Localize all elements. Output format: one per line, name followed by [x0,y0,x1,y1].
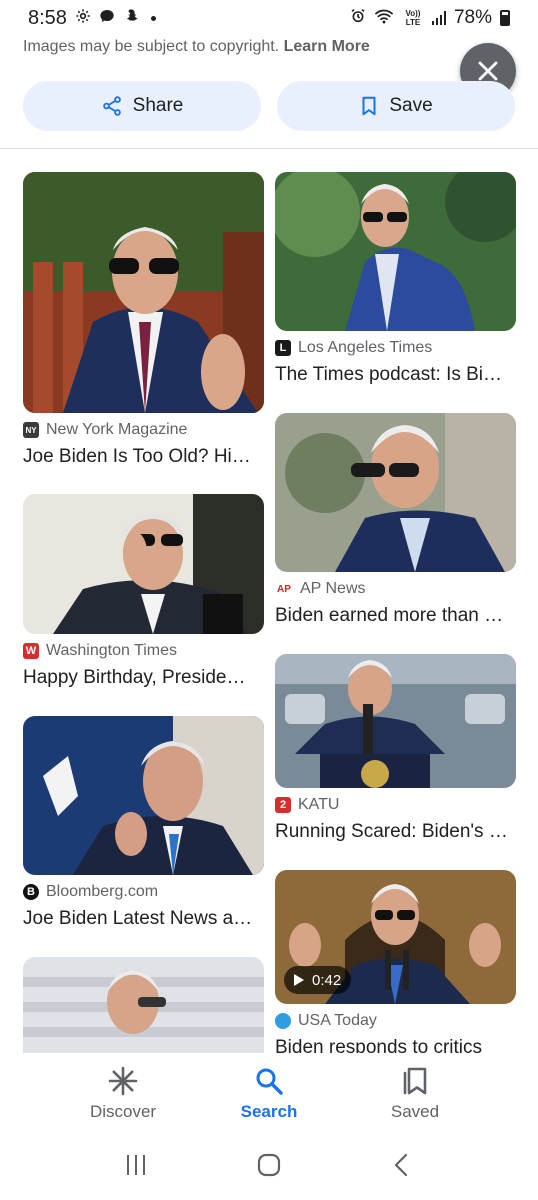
result-title[interactable]: Happy Birthday, Preside… [23,667,264,689]
result-card[interactable]: W Washington Times Happy Birthday, Presi… [23,494,264,689]
result-source: NY New York Magazine [23,421,264,439]
result-thumbnail[interactable] [23,957,264,1053]
status-right: Vo)) LTE 78% [350,7,510,29]
result-source: L Los Angeles Times [275,339,516,357]
result-title[interactable]: Joe Biden Is Too Old? Hi… [23,446,264,468]
source-name: AP News [300,580,366,597]
source-favicon-icon: W [23,643,39,659]
result-card[interactable] [23,957,264,1053]
saved-collections-icon [403,1067,427,1095]
result-title[interactable]: The Times podcast: Is Bi… [275,364,516,386]
source-favicon-icon: B [23,884,39,900]
bookmark-icon [362,96,376,116]
source-favicon-icon: L [275,340,291,356]
share-button[interactable]: Share [23,81,261,131]
duration-text: 0:42 [312,971,342,989]
result-card[interactable]: 2 KATU Running Scared: Biden's … [275,654,516,843]
source-name: Washington Times [46,642,178,659]
status-left: 8:58 [28,7,156,30]
source-name: KATU [298,796,340,813]
source-favicon-icon [275,1013,291,1029]
notification-dot [150,15,156,21]
share-icon [102,96,121,116]
nav-discover-label: Discover [89,1102,157,1121]
signal-strength-icon [431,11,446,25]
search-icon [256,1068,283,1095]
chat-bubble-icon [99,8,115,28]
nav-discover[interactable]: Discover [63,1066,183,1122]
close-icon [478,61,498,81]
copyright-notice: Images may be subject to copyright. Lear… [23,38,370,56]
system-navigation-bar [0,1135,538,1200]
result-card[interactable]: NY New York Magazine Joe Biden Is Too Ol… [23,172,264,468]
result-thumbnail[interactable] [275,654,516,788]
nav-saved-label: Saved [390,1102,440,1121]
result-thumbnail[interactable] [23,172,264,413]
back-chevron-icon [394,1153,407,1177]
result-thumbnail[interactable] [23,494,264,634]
result-card[interactable]: B Bloomberg.com Joe Biden Latest News a… [23,716,264,930]
result-card[interactable]: AP AP News Biden earned more than … [275,413,516,627]
save-label: Save [389,95,433,116]
network-type-label: Vo)) LTE [405,9,421,27]
status-time: 8:58 [28,6,67,29]
play-icon [294,974,304,986]
home-button[interactable] [257,1153,281,1182]
share-label: Share [132,95,184,116]
result-title[interactable]: Biden responds to critics [275,1037,516,1053]
source-name: USA Today [298,1012,377,1029]
source-name: New York Magazine [46,421,188,438]
nav-search[interactable]: Search [209,1066,329,1122]
result-thumbnail[interactable] [275,172,516,331]
source-favicon-icon: AP [275,581,293,597]
discover-asterisk-icon [108,1066,138,1096]
source-name: Los Angeles Times [298,339,433,356]
copyright-text: Images may be subject to copyright. [23,38,280,55]
save-button[interactable]: Save [277,81,515,131]
result-source: USA Today [275,1012,516,1030]
battery-icon [500,10,510,26]
result-title[interactable]: Biden earned more than … [275,605,516,627]
result-source: W Washington Times [23,642,264,660]
snapchat-ghost-icon [123,8,139,28]
recent-apps-icon [127,1155,146,1175]
source-favicon-icon: NY [23,422,39,438]
learn-more-link[interactable]: Learn More [284,38,370,55]
result-card[interactable]: L Los Angeles Times The Times podcast: I… [275,172,516,386]
result-card[interactable]: 0:42 USA Today Biden responds to critics [275,870,516,1053]
home-icon [257,1153,281,1177]
source-favicon-icon: 2 [275,797,291,813]
bottom-navigation: Discover Search Saved [0,1053,538,1135]
result-source: AP AP News [275,580,516,598]
source-name: Bloomberg.com [46,883,159,900]
alarm-icon [350,8,366,28]
result-title[interactable]: Joe Biden Latest News a… [23,908,264,930]
result-title[interactable]: Running Scared: Biden's … [275,821,516,843]
image-results-grid[interactable]: NY New York Magazine Joe Biden Is Too Ol… [0,149,538,1053]
status-bar: 8:58 Vo)) LTE 78% [0,0,538,36]
wifi-icon [374,8,394,28]
result-thumbnail[interactable]: 0:42 [275,870,516,1004]
battery-percent: 78% [453,7,492,28]
result-source: B Bloomberg.com [23,883,264,901]
back-button[interactable] [390,1153,414,1182]
result-source: 2 KATU [275,796,516,814]
result-thumbnail[interactable] [23,716,264,875]
nav-search-label: Search [240,1102,298,1121]
result-thumbnail[interactable] [275,413,516,572]
nav-saved[interactable]: Saved [355,1066,475,1122]
video-duration-badge: 0:42 [284,966,352,994]
recent-apps-button[interactable] [124,1153,148,1182]
settings-gear-icon [75,8,91,28]
